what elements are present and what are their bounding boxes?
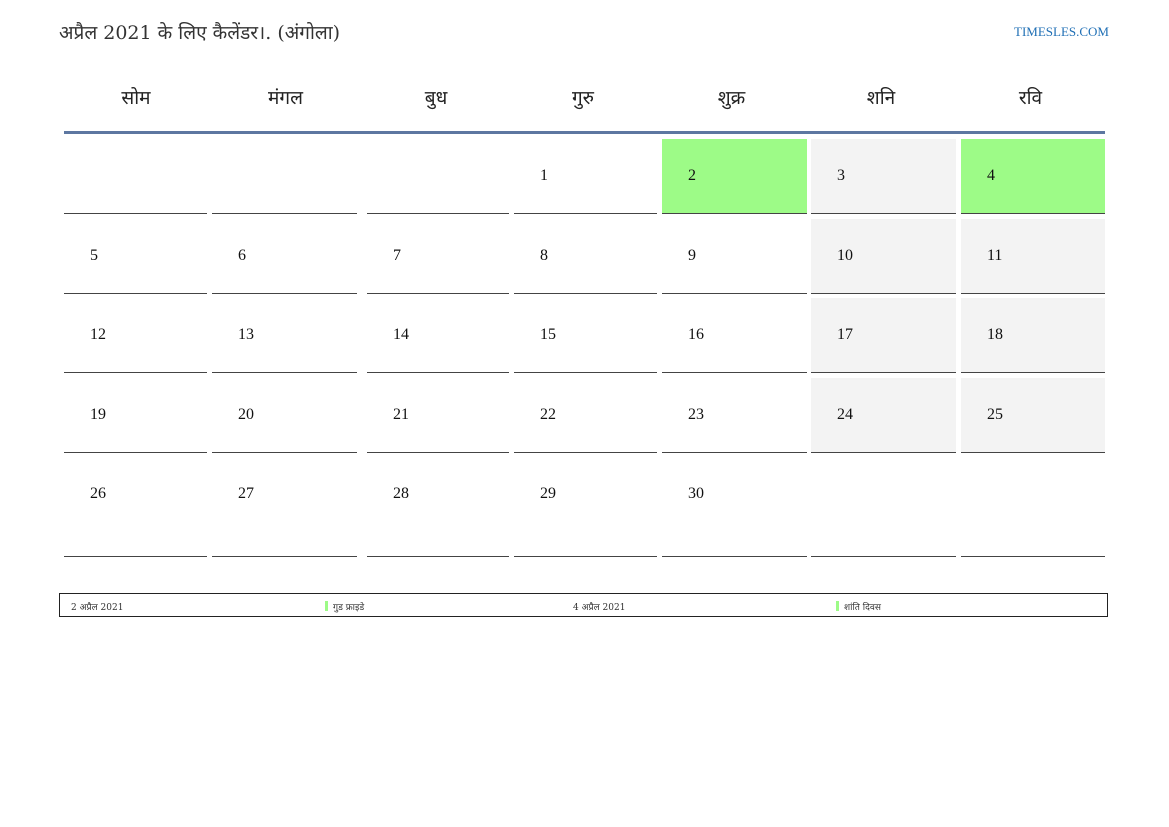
day-number: 15	[540, 326, 556, 343]
weekday-mon: सोम	[121, 87, 151, 109]
day-number: 1	[540, 167, 548, 184]
empty-cell-wed	[367, 139, 509, 214]
day-number: 9	[688, 247, 696, 264]
weekday-tue: मंगल	[268, 87, 303, 109]
day-number: 8	[540, 247, 548, 264]
day-number: 2	[688, 167, 696, 184]
day-number: 7	[393, 247, 401, 264]
day-cell-26[interactable]: 26	[64, 457, 207, 557]
day-cell-13[interactable]: 13	[212, 298, 357, 373]
day-number: 16	[688, 326, 704, 343]
day-cell-6[interactable]: 6	[212, 219, 357, 294]
day-cell-21[interactable]: 21	[367, 378, 509, 453]
weekday-sat: शनि	[866, 87, 896, 109]
day-cell-12[interactable]: 12	[64, 298, 207, 373]
day-cell-20[interactable]: 20	[212, 378, 357, 453]
day-number: 19	[90, 406, 106, 423]
day-cell-25[interactable]: 25	[961, 378, 1105, 453]
day-cell-30[interactable]: 30	[662, 457, 807, 557]
day-number: 21	[393, 406, 409, 423]
day-number: 22	[540, 406, 556, 423]
day-number: 30	[688, 485, 704, 502]
day-number: 10	[837, 247, 853, 264]
day-cell-16[interactable]: 16	[662, 298, 807, 373]
day-number: 14	[393, 326, 409, 343]
empty-cell-tue	[212, 139, 357, 214]
day-number: 29	[540, 485, 556, 502]
day-number: 6	[238, 247, 246, 264]
legend-date-2: 4 अप्रैल 2021	[573, 603, 626, 613]
day-cell-11[interactable]: 11	[961, 219, 1105, 294]
day-cell-24[interactable]: 24	[811, 378, 956, 453]
day-cell-22[interactable]: 22	[514, 378, 657, 453]
day-cell-3[interactable]: 3	[811, 139, 956, 214]
day-cell-17[interactable]: 17	[811, 298, 956, 373]
legend-date-1: 2 अप्रैल 2021	[71, 603, 124, 613]
empty-cell-sun	[961, 457, 1105, 557]
day-number: 3	[837, 167, 845, 184]
day-number: 26	[90, 485, 106, 502]
legend-color-swatch-2	[836, 601, 839, 611]
day-cell-4[interactable]: 4	[961, 139, 1105, 214]
day-cell-10[interactable]: 10	[811, 219, 956, 294]
empty-cell-mon	[64, 139, 207, 214]
empty-cell-sat	[811, 457, 956, 557]
day-number: 25	[987, 406, 1003, 423]
day-cell-7[interactable]: 7	[367, 219, 509, 294]
weekday-wed: बुध	[424, 87, 448, 109]
day-number: 13	[238, 326, 254, 343]
day-number: 18	[987, 326, 1003, 343]
weekday-sun: रवि	[1018, 87, 1043, 109]
day-number: 17	[837, 326, 853, 343]
day-cell-27[interactable]: 27	[212, 457, 357, 557]
day-number: 5	[90, 247, 98, 264]
day-cell-29[interactable]: 29	[514, 457, 657, 557]
day-number: 20	[238, 406, 254, 423]
day-number: 4	[987, 167, 995, 184]
page-title: अप्रैल 2021 के लिए कैलेंडर।. (अंगोला)	[59, 22, 341, 44]
holiday-legend: 2 अप्रैल 2021 गुड फ्राइडे 4 अप्रैल 2021 …	[59, 593, 1108, 617]
day-number: 12	[90, 326, 106, 343]
weekday-thu: गुरु	[571, 87, 595, 109]
weekday-fri: शुक्र	[717, 87, 746, 109]
legend-holiday-1: गुड फ्राइडे	[333, 603, 365, 613]
day-cell-2[interactable]: 2	[662, 139, 807, 214]
day-cell-8[interactable]: 8	[514, 219, 657, 294]
day-number: 23	[688, 406, 704, 423]
day-cell-28[interactable]: 28	[367, 457, 509, 557]
header-divider	[64, 131, 1105, 134]
day-number: 24	[837, 406, 853, 423]
day-number: 27	[238, 485, 254, 502]
day-number: 28	[393, 485, 409, 502]
day-cell-14[interactable]: 14	[367, 298, 509, 373]
day-cell-23[interactable]: 23	[662, 378, 807, 453]
day-cell-18[interactable]: 18	[961, 298, 1105, 373]
legend-color-swatch-1	[325, 601, 328, 611]
day-cell-15[interactable]: 15	[514, 298, 657, 373]
day-cell-1[interactable]: 1	[514, 139, 657, 214]
day-number: 11	[987, 247, 1003, 264]
calendar-page: अप्रैल 2021 के लिए कैलेंडर।. (अंगोला) TI…	[0, 0, 1169, 827]
weekday-header: सोम मंगल बुध गुरु शुक्र शनि रवि	[64, 84, 1105, 130]
day-cell-5[interactable]: 5	[64, 219, 207, 294]
day-cell-19[interactable]: 19	[64, 378, 207, 453]
day-cell-9[interactable]: 9	[662, 219, 807, 294]
site-link[interactable]: TIMESLES.COM	[1014, 24, 1109, 40]
legend-holiday-2: शांति दिवस	[844, 603, 881, 613]
